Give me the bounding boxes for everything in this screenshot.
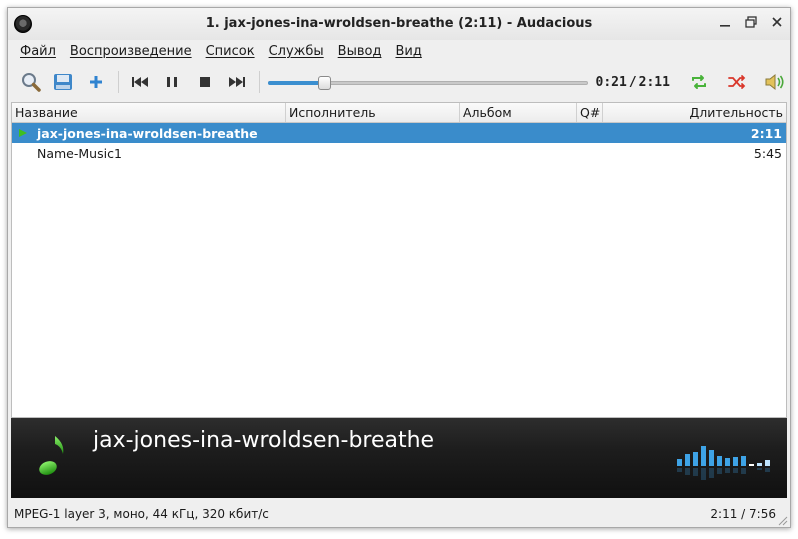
track-length: 5:45 <box>753 145 782 161</box>
statusbar: MPEG-1 layer 3, моно, 44 кГц, 320 кбит/с… <box>8 500 790 527</box>
visualizer-bar-reflection <box>693 468 698 476</box>
toolbar-separator <box>117 71 119 93</box>
column-length-header[interactable]: Длительность <box>603 103 786 122</box>
window-title: 1. jax-jones-ina-wroldsen-breathe (2:11)… <box>205 16 593 31</box>
menu-file[interactable]: Файл <box>13 44 63 59</box>
visualizer-bar-reflection <box>741 468 746 474</box>
stop-icon <box>199 77 210 87</box>
visualizer-bar-reflection <box>717 468 722 474</box>
visualizer <box>677 446 770 480</box>
menu-services[interactable]: Службы <box>262 44 331 59</box>
playlist-position: 2:11 / 7:56 <box>710 507 776 521</box>
playlist-view[interactable]: Название Исполнитель Альбом Q# Длительно… <box>11 102 787 418</box>
visualizer-bar <box>709 450 714 466</box>
music-note-icon <box>35 432 69 485</box>
column-title-header[interactable]: Название <box>12 103 286 122</box>
now-playing-infobar: jax-jones-ina-wroldsen-breathe <box>11 418 787 498</box>
visualizer-bar <box>677 459 682 466</box>
visualizer-bar <box>741 456 746 466</box>
menu-view[interactable]: Вид <box>388 44 428 59</box>
search-icon <box>21 73 41 92</box>
visualizer-bar <box>685 454 690 466</box>
track-title: jax-jones-ina-wroldsen-breathe <box>37 125 258 141</box>
next-button[interactable] <box>222 67 252 97</box>
elapsed-time: 0:21 <box>595 74 627 90</box>
column-artist-header[interactable]: Исполнитель <box>286 103 460 122</box>
visualizer-bar <box>733 457 738 466</box>
visualizer-bar-reflection <box>725 468 730 473</box>
visualizer-bar <box>757 463 762 466</box>
time-display: 0:21/2:11 <box>596 75 670 90</box>
repeat-button[interactable] <box>684 67 714 97</box>
visualizer-bar-reflection <box>765 468 770 472</box>
previous-button[interactable] <box>125 67 155 97</box>
visualizer-bar-reflection <box>709 468 714 478</box>
menu-playlist[interactable]: Список <box>199 44 262 59</box>
stream-format: MPEG-1 layer 3, моно, 44 кГц, 320 кбит/с <box>14 507 269 521</box>
seek-handle[interactable] <box>318 76 332 90</box>
shuffle-button[interactable] <box>722 67 752 97</box>
playlist-row[interactable]: Name-Music1 5:45 <box>12 143 786 163</box>
volume-button[interactable] <box>760 67 790 97</box>
time-separator: / <box>628 74 637 90</box>
visualizer-bar <box>765 460 770 466</box>
repeat-icon <box>691 75 706 89</box>
playlist-header: Название Исполнитель Альбом Q# Длительно… <box>12 103 786 123</box>
add-files-button[interactable] <box>81 67 111 97</box>
resize-grip-icon[interactable] <box>778 516 788 526</box>
visualizer-bar-reflection <box>677 468 682 472</box>
disk-icon <box>54 74 73 90</box>
skip-forward-icon <box>229 77 246 87</box>
visualizer-bar <box>701 446 706 466</box>
visualizer-bar-reflection <box>701 468 706 480</box>
search-button[interactable] <box>16 67 46 97</box>
visualizer-bar <box>693 452 698 466</box>
menu-output[interactable]: Вывод <box>331 44 389 59</box>
minimize-icon[interactable] <box>718 15 732 29</box>
titlebar[interactable]: 1. jax-jones-ina-wroldsen-breathe (2:11)… <box>8 8 790 40</box>
menubar: Файл Воспроизведение Список Службы Вывод… <box>8 40 790 62</box>
stop-button[interactable] <box>190 67 220 97</box>
seek-slider[interactable] <box>268 72 588 92</box>
visualizer-bar-reflection <box>685 468 690 475</box>
visualizer-bar <box>725 458 730 466</box>
playlist-row[interactable]: jax-jones-ina-wroldsen-breathe 2:11 <box>12 123 786 143</box>
now-playing-title: jax-jones-ina-wroldsen-breathe <box>93 428 435 453</box>
open-files-button[interactable] <box>49 67 79 97</box>
seek-progress <box>268 81 325 85</box>
visualizer-bar-reflection <box>733 468 738 473</box>
column-queue-header[interactable]: Q# <box>577 103 603 122</box>
track-title: Name-Music1 <box>37 145 122 161</box>
track-length: 2:11 <box>750 125 782 141</box>
visualizer-bar <box>717 456 722 466</box>
menu-playback[interactable]: Воспроизведение <box>63 44 199 59</box>
now-playing-indicator-icon <box>12 128 34 138</box>
maximize-icon[interactable] <box>744 15 758 29</box>
pause-icon <box>167 77 178 87</box>
total-time: 2:11 <box>638 74 670 90</box>
plus-icon <box>89 76 102 88</box>
toolbar: 0:21/2:11 <box>8 64 790 100</box>
column-album-header[interactable]: Альбом <box>460 103 577 122</box>
visualizer-bar-reflection <box>757 468 762 470</box>
volume-icon <box>765 73 784 91</box>
close-icon[interactable] <box>770 15 784 29</box>
pause-button[interactable] <box>157 67 187 97</box>
skip-back-icon <box>131 77 148 87</box>
shuffle-icon <box>728 75 746 89</box>
visualizer-peak <box>749 464 754 466</box>
toolbar-separator <box>259 71 261 93</box>
audacious-window: 1. jax-jones-ina-wroldsen-breathe (2:11)… <box>7 7 791 528</box>
